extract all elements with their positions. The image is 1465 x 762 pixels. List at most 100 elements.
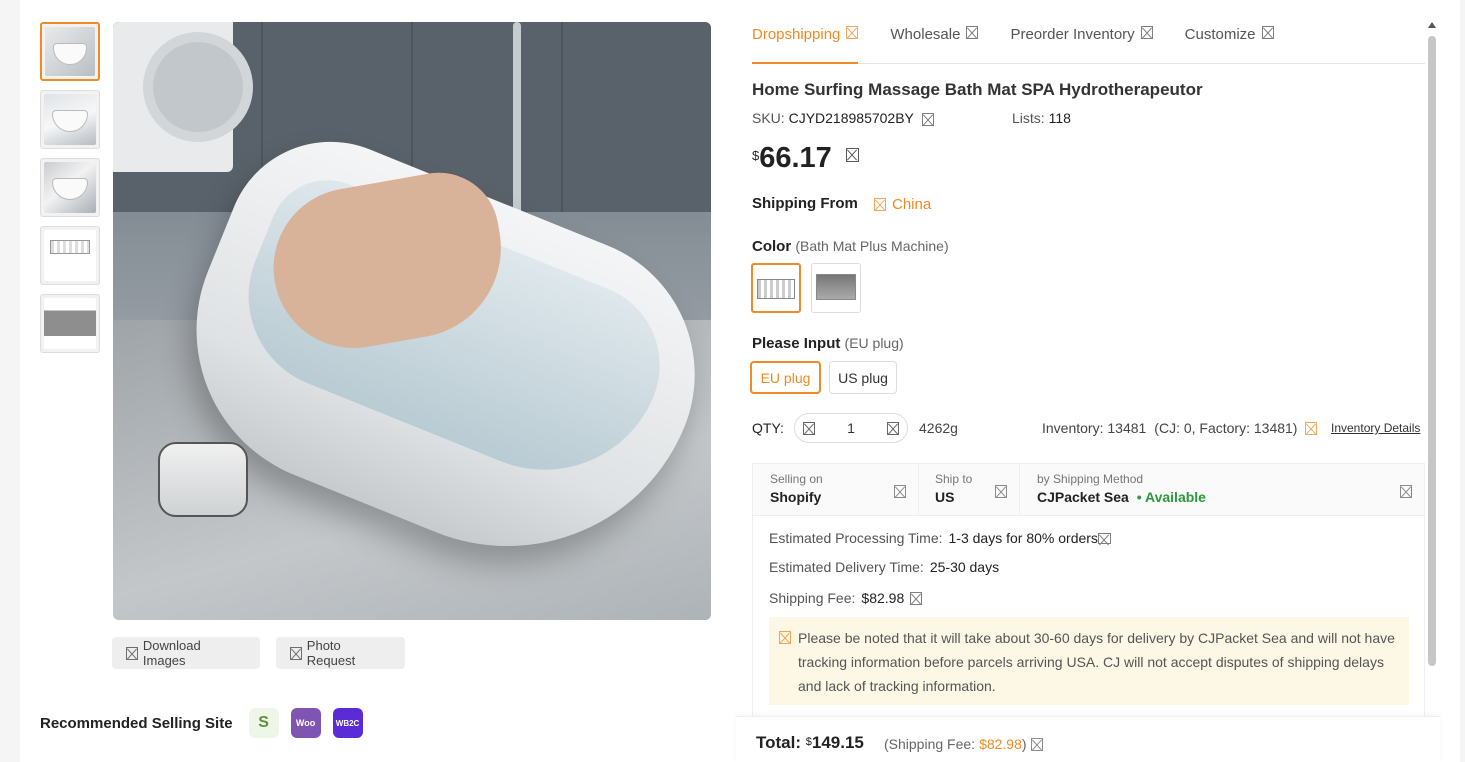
- shipping-fee-value: $82.98: [861, 590, 905, 606]
- total-shipping-fee: (Shipping Fee: $82.98): [884, 736, 1043, 752]
- notice-text: Please be noted that it will take about …: [798, 630, 1395, 694]
- shopify-icon[interactable]: S: [248, 708, 279, 738]
- download-icon: [126, 646, 138, 660]
- mail-icon[interactable]: [1097, 532, 1111, 544]
- color-selected: (Bath Mat Plus Machine): [795, 238, 949, 254]
- selling-on-label: Selling on: [770, 472, 823, 486]
- scroll-thumb[interactable]: [1428, 36, 1436, 666]
- tab-dropshipping[interactable]: Dropshipping: [752, 22, 859, 64]
- thumbnail-5[interactable]: [40, 294, 100, 353]
- lists-label: Lists:: [1012, 110, 1045, 126]
- tab-preorder-inventory[interactable]: Preorder Inventory: [1010, 22, 1153, 64]
- quantity-stepper: [794, 413, 908, 443]
- plus-icon[interactable]: [887, 421, 899, 435]
- chevron-down-icon: [995, 485, 1007, 498]
- shipping-method-select[interactable]: by Shipping Method CJPacket Sea • Availa…: [1020, 464, 1424, 515]
- color-label-text: Color: [752, 238, 792, 255]
- total-fee-prefix: (Shipping Fee:: [884, 736, 976, 752]
- total-bar: Total: $149.15 (Shipping Fee: $82.98): [736, 716, 1440, 762]
- total-price: Total: $149.15: [756, 733, 864, 753]
- price-currency: $: [752, 148, 760, 163]
- thumbnail-3[interactable]: [40, 158, 100, 217]
- thumbnail-2[interactable]: [40, 90, 100, 149]
- scrollbar[interactable]: [1428, 22, 1437, 672]
- color-swatch-1[interactable]: [751, 263, 801, 313]
- processing-label: Estimated Processing Time:: [769, 530, 943, 546]
- shipping-notice: Please be noted that it will take about …: [769, 617, 1409, 705]
- tab-wholesale[interactable]: Wholesale: [890, 22, 979, 64]
- price-info-icon[interactable]: [845, 148, 859, 163]
- color-label: Color (Bath Mat Plus Machine): [752, 238, 949, 255]
- scroll-up-arrow[interactable]: [1428, 22, 1436, 28]
- shipping-fee-label: Shipping Fee:: [769, 590, 856, 606]
- shipping-from-country: China: [892, 196, 932, 213]
- chevron-down-icon: [894, 485, 906, 498]
- plug-label-text: Please Input: [752, 335, 841, 352]
- copy-icon[interactable]: [921, 112, 934, 126]
- quantity-input[interactable]: [831, 420, 871, 436]
- thumbnail-image: [44, 94, 96, 145]
- total-fee-suffix: ): [1021, 736, 1027, 752]
- plug-selected: (EU plug): [844, 335, 904, 351]
- info-icon: [966, 26, 979, 39]
- purchase-mode-tabs: Dropshipping Wholesale Preorder Inventor…: [752, 22, 1425, 64]
- plug-option-eu[interactable]: EU plug: [750, 361, 821, 394]
- wb2c-icon[interactable]: WB2C: [332, 708, 363, 738]
- tab-customize[interactable]: Customize: [1185, 22, 1274, 64]
- total-fee-value: $82.98: [979, 736, 1022, 752]
- recommended-selling-sites: Recommended Selling Site S Woo WB2C: [40, 708, 363, 738]
- tab-label: Customize: [1184, 26, 1256, 43]
- availability-status: • Available: [1136, 489, 1206, 505]
- photo-request-label: Photo Request: [306, 638, 356, 668]
- shipping-panel: Selling on Shopify Ship to US by Shippin…: [752, 463, 1425, 723]
- processing-value: 1-3 days for 80% orders: [948, 530, 1098, 546]
- plug-option-us[interactable]: US plug: [829, 361, 897, 394]
- product-title: Home Surfing Massage Bath Mat SPA Hydrot…: [752, 80, 1203, 99]
- color-swatch-2[interactable]: [811, 263, 861, 313]
- info-icon: [846, 26, 859, 39]
- download-images-label: Download Images: [142, 638, 201, 668]
- price-value: 66.17: [759, 142, 832, 174]
- product-price: $66.17: [752, 142, 859, 175]
- tab-label: Dropshipping: [752, 26, 841, 43]
- total-currency: $: [805, 736, 812, 748]
- total-label: Total:: [756, 733, 802, 752]
- inventory-count: Inventory: 13481: [1042, 420, 1147, 436]
- thumbnail-image: [44, 162, 96, 213]
- lists-value: 118: [1048, 110, 1071, 126]
- woocommerce-icon[interactable]: Woo: [290, 708, 321, 738]
- minus-icon[interactable]: [803, 421, 815, 435]
- sku-value: CJYD218985702BY: [788, 110, 914, 126]
- inventory-info-icon[interactable]: [1305, 421, 1318, 435]
- inventory-detail: (CJ: 0, Factory: 13481): [1154, 420, 1298, 436]
- photo-request-button[interactable]: Photo Request: [276, 637, 405, 669]
- fee-info-icon[interactable]: [910, 591, 923, 605]
- shipping-fee: Shipping Fee: $82.98: [769, 590, 923, 606]
- total-amount: 149.15: [811, 733, 864, 752]
- thumbnail-image: [45, 27, 95, 76]
- shipping-from-option[interactable]: China: [874, 196, 931, 213]
- plug-label: Please Input (EU plug): [752, 335, 904, 352]
- info-icon: [1261, 26, 1274, 39]
- flag-icon: [874, 198, 886, 211]
- thumbnail-4[interactable]: [40, 226, 100, 285]
- thumbnail-image: [44, 298, 96, 349]
- qty-label: QTY:: [752, 420, 784, 436]
- main-product-image[interactable]: [113, 22, 711, 620]
- product-weight: 4262g: [919, 420, 958, 436]
- thumbnail-1[interactable]: [40, 22, 100, 81]
- processing-time: Estimated Processing Time: 1-3 days for …: [769, 530, 1111, 546]
- ship-to-label: Ship to: [935, 472, 973, 486]
- shipping-from-label: Shipping From: [752, 195, 858, 212]
- delivery-time: Estimated Delivery Time: 25-30 days: [769, 559, 999, 575]
- chevron-down-icon: [1400, 485, 1412, 498]
- tab-label: Preorder Inventory: [1010, 26, 1135, 43]
- warning-icon: [779, 631, 791, 644]
- download-images-button[interactable]: Download Images: [112, 637, 260, 669]
- total-info-icon[interactable]: [1030, 737, 1043, 751]
- shipping-method-value: CJPacket Sea: [1037, 489, 1129, 505]
- inventory-details-link[interactable]: Inventory Details: [1331, 421, 1420, 435]
- selling-on-select[interactable]: Selling on Shopify: [753, 464, 919, 515]
- tab-label: Wholesale: [890, 26, 961, 43]
- ship-to-select[interactable]: Ship to US: [919, 464, 1020, 515]
